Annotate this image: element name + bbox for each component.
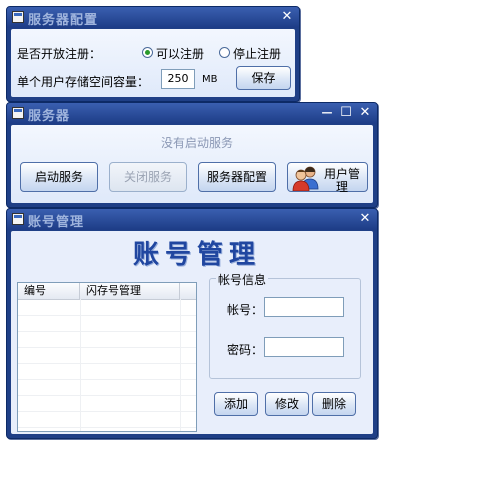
allow-register-label[interactable]: 可以注册 xyxy=(156,45,204,62)
password-input[interactable] xyxy=(264,337,344,357)
user-management-label-line2: 理 xyxy=(336,180,349,194)
close-icon[interactable]: ✕ xyxy=(357,104,373,122)
user-management-button[interactable]: 用户管 理 xyxy=(287,162,368,194)
server-title: 服务器 xyxy=(28,109,71,124)
storage-label: 单个用户存储空间容量： xyxy=(17,75,150,89)
window-icon xyxy=(12,11,24,23)
close-icon[interactable]: ✕ xyxy=(279,8,295,26)
users-icon xyxy=(292,166,319,191)
account-title: 账号管理 xyxy=(28,215,85,230)
table-row xyxy=(18,364,196,380)
account-list[interactable]: 编号 闪存号管理 xyxy=(17,282,197,432)
start-service-button[interactable]: 启动服务 xyxy=(20,162,98,192)
account-info-caption: 帐号信息 xyxy=(216,271,269,288)
account-input[interactable] xyxy=(264,297,344,317)
window-icon xyxy=(12,107,24,119)
table-row xyxy=(18,412,196,428)
account-management-window: 账号管理 ✕ 账号管理 编号 闪存号管理 帐号信息 帐号： 密码： 添加 修改 … xyxy=(6,208,378,439)
close-icon[interactable]: ✕ xyxy=(357,210,373,228)
table-row xyxy=(18,316,196,332)
server-titlebar[interactable]: 服务器 — ☐ ✕ xyxy=(7,103,377,124)
stop-service-button[interactable]: 关闭服务 xyxy=(109,162,187,192)
server-window: 服务器 — ☐ ✕ 没有启动服务 启动服务 关闭服务 服务器配置 用户管 理 xyxy=(6,102,378,208)
register-label: 是否开放注册： xyxy=(17,47,102,61)
server-config-titlebar[interactable]: 服务器配置 ✕ xyxy=(7,7,299,28)
add-button[interactable]: 添加 xyxy=(214,392,258,416)
window-icon xyxy=(12,213,24,225)
column-header-id[interactable]: 编号 xyxy=(18,283,80,299)
minimize-icon[interactable]: — xyxy=(319,104,335,122)
delete-button[interactable]: 删除 xyxy=(312,392,356,416)
table-row xyxy=(18,332,196,348)
server-config-client: 是否开放注册： 可以注册 停止注册 单个用户存储空间容量： 250 MB 保存 xyxy=(11,29,295,97)
edit-button[interactable]: 修改 xyxy=(265,392,309,416)
stop-register-radio[interactable] xyxy=(219,47,230,58)
server-status-text: 没有启动服务 xyxy=(161,136,234,150)
account-info-group xyxy=(209,278,361,379)
storage-input[interactable]: 250 xyxy=(161,69,195,89)
allow-register-radio[interactable] xyxy=(142,47,153,58)
server-config-title: 服务器配置 xyxy=(28,13,99,28)
server-config-button[interactable]: 服务器配置 xyxy=(198,162,276,192)
table-row xyxy=(18,380,196,396)
maximize-icon[interactable]: ☐ xyxy=(338,104,354,122)
save-button[interactable]: 保存 xyxy=(236,66,291,90)
account-label: 帐号： xyxy=(227,303,264,317)
table-row xyxy=(18,396,196,412)
account-heading: 账号管理 xyxy=(133,240,262,270)
stop-register-label[interactable]: 停止注册 xyxy=(233,45,281,62)
table-row xyxy=(18,300,196,316)
account-list-header: 编号 闪存号管理 xyxy=(18,283,196,300)
table-row xyxy=(18,348,196,364)
account-client: 账号管理 编号 闪存号管理 帐号信息 帐号： 密码： 添加 修改 删除 xyxy=(11,231,373,434)
storage-unit: MB xyxy=(202,74,218,85)
password-label: 密码： xyxy=(227,343,264,357)
server-config-window: 服务器配置 ✕ 是否开放注册： 可以注册 停止注册 单个用户存储空间容量： 25… xyxy=(6,6,300,102)
column-header-flash[interactable]: 闪存号管理 xyxy=(80,283,180,299)
account-titlebar[interactable]: 账号管理 ✕ xyxy=(7,209,377,230)
server-client: 没有启动服务 启动服务 关闭服务 服务器配置 用户管 理 xyxy=(11,125,373,203)
